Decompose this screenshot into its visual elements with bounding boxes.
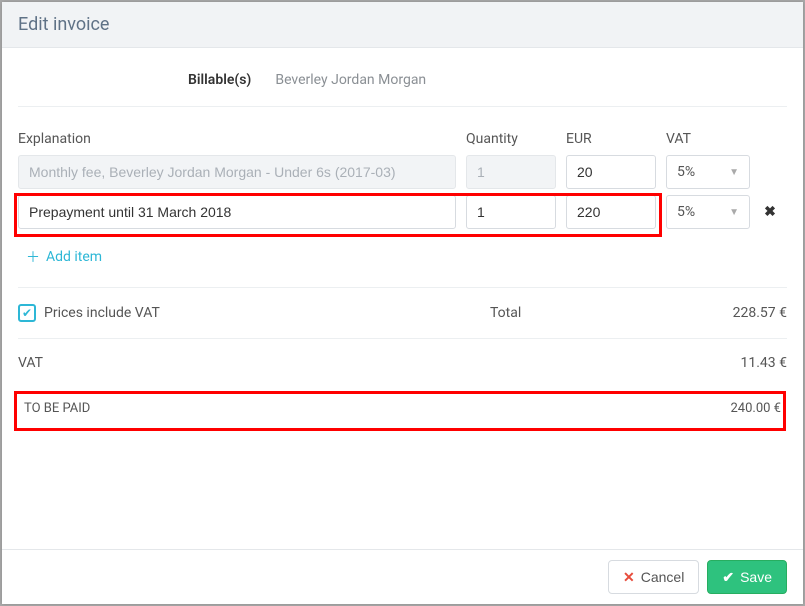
chevron-down-icon: ▼	[729, 207, 739, 218]
to-be-paid-value: 240.00 €	[731, 401, 782, 416]
close-icon: ✖	[764, 204, 776, 220]
to-be-paid-label: TO BE PAID	[24, 401, 90, 416]
vat-label: VAT	[18, 355, 43, 371]
eur-field[interactable]	[566, 195, 656, 229]
summary-vat-row: VAT 11.43 €	[18, 339, 787, 387]
prices-include-vat-label: Prices include VAT	[44, 305, 160, 321]
check-icon: ✔	[722, 569, 734, 586]
quantity-field[interactable]	[466, 195, 556, 229]
line-items-header: Explanation Quantity EUR VAT	[18, 107, 787, 155]
line-item-row: 5% ▼ ✖	[18, 195, 787, 229]
quantity-field	[466, 155, 556, 189]
summary-to-be-paid-row: TO BE PAID 240.00 €	[18, 391, 787, 426]
col-vat-header: VAT	[666, 131, 756, 147]
vat-value: 5%	[677, 164, 695, 180]
explanation-field	[18, 155, 456, 189]
col-quantity-header: Quantity	[466, 131, 566, 147]
total-label: Total	[490, 305, 521, 321]
explanation-field[interactable]	[18, 195, 456, 229]
col-explanation-header: Explanation	[18, 131, 466, 147]
vat-select[interactable]: 5% ▼	[666, 195, 750, 229]
chevron-down-icon: ▼	[729, 167, 739, 178]
eur-field[interactable]	[566, 155, 656, 189]
dialog-footer: ✕ Cancel ✔ Save	[2, 549, 803, 604]
cancel-label: Cancel	[641, 569, 685, 585]
vat-value: 5%	[677, 204, 695, 220]
close-icon: ✕	[623, 569, 635, 586]
vat-value: 11.43 €	[740, 355, 787, 371]
remove-line-item-button[interactable]: ✖	[756, 204, 784, 220]
tab-billables[interactable]: Billable(s)	[188, 72, 251, 92]
total-value: 228.57 €	[733, 305, 787, 321]
add-item-label: Add item	[46, 249, 102, 265]
save-label: Save	[740, 569, 772, 585]
tabs: Billable(s) Beverley Jordan Morgan	[18, 48, 787, 107]
line-item-row: 5% ▼	[18, 155, 787, 189]
plus-icon: ＋	[26, 247, 40, 267]
summary: ✔ Prices include VAT Total 228.57 € VAT …	[18, 288, 787, 426]
summary-total-row: ✔ Prices include VAT Total 228.57 €	[18, 288, 787, 339]
tab-person[interactable]: Beverley Jordan Morgan	[275, 72, 426, 92]
vat-select[interactable]: 5% ▼	[666, 155, 750, 189]
cancel-button[interactable]: ✕ Cancel	[608, 560, 699, 594]
col-eur-header: EUR	[566, 131, 666, 147]
prices-include-vat-checkbox[interactable]: ✔	[18, 304, 36, 322]
dialog-content: Billable(s) Beverley Jordan Morgan Expla…	[2, 48, 803, 549]
edit-invoice-dialog: Edit invoice Billable(s) Beverley Jordan…	[2, 2, 803, 604]
check-icon: ✔	[22, 306, 32, 320]
add-item-button[interactable]: ＋ Add item	[18, 235, 787, 288]
dialog-title: Edit invoice	[2, 2, 803, 48]
save-button[interactable]: ✔ Save	[707, 560, 787, 594]
